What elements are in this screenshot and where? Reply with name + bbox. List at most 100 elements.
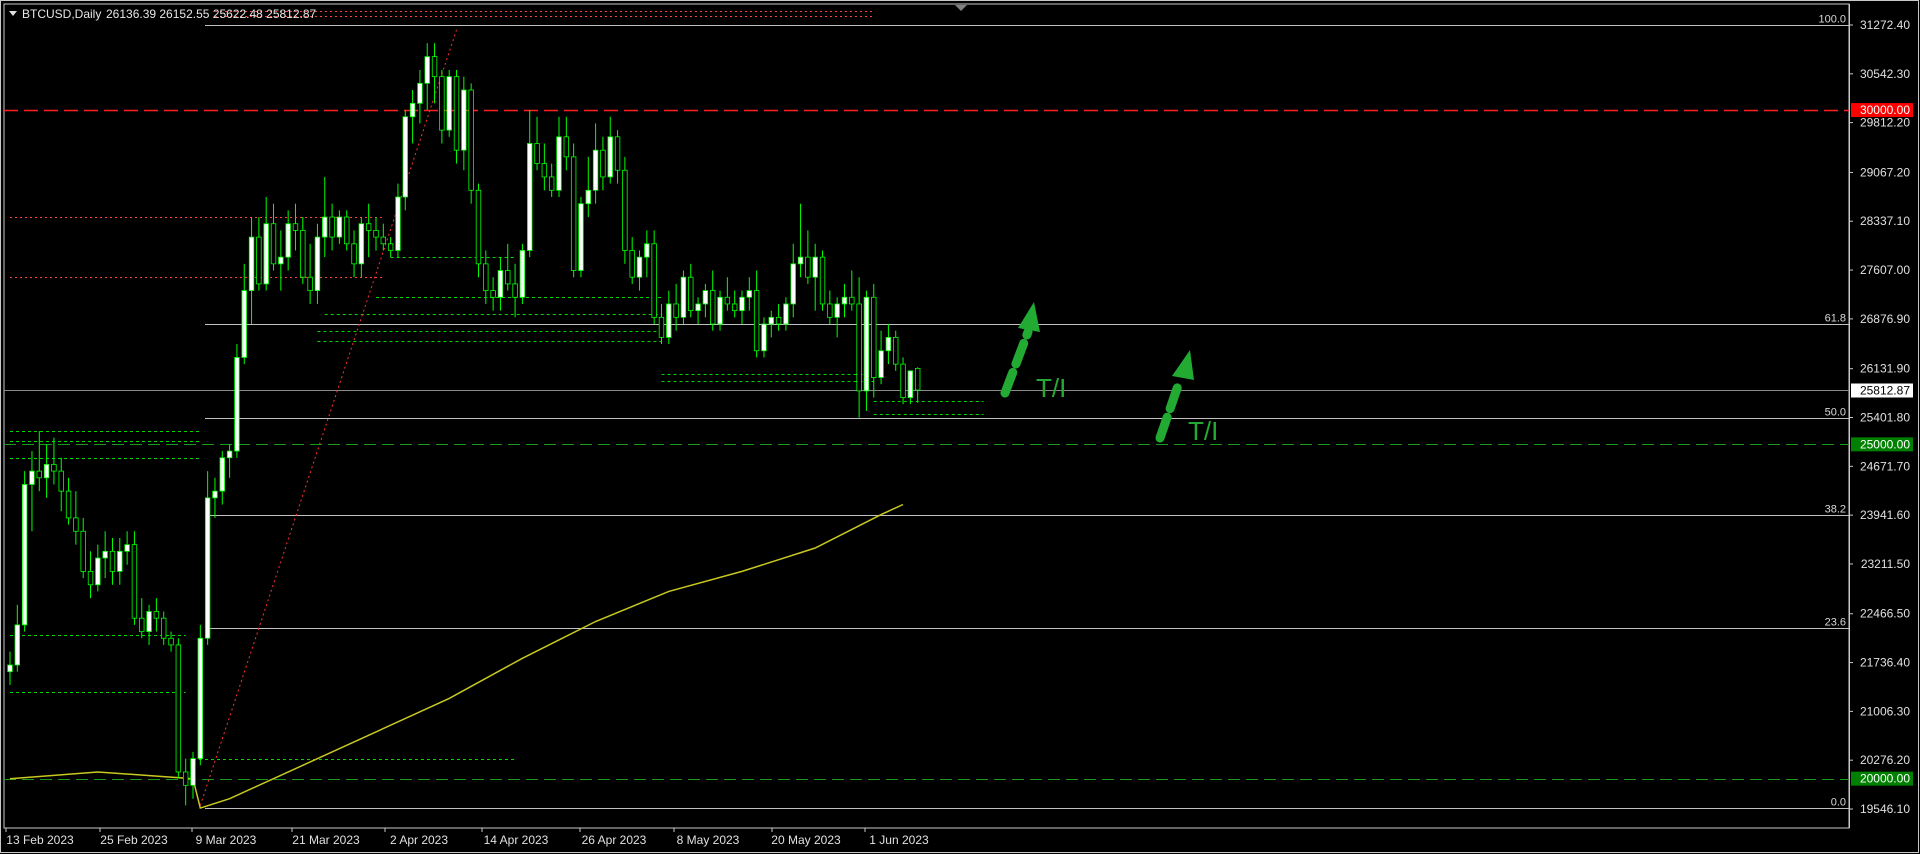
- candle[interactable]: [790, 243, 796, 318]
- candle[interactable]: [783, 297, 789, 331]
- candle[interactable]: [512, 263, 518, 318]
- candle[interactable]: [497, 257, 504, 311]
- candle[interactable]: [600, 136, 606, 191]
- candle[interactable]: [578, 196, 584, 278]
- candle[interactable]: [161, 611, 167, 645]
- candle[interactable]: [73, 491, 79, 545]
- candle[interactable]: [636, 250, 643, 291]
- candle[interactable]: [424, 43, 430, 111]
- candle[interactable]: [241, 263, 247, 365]
- candle[interactable]: [373, 217, 379, 251]
- candle[interactable]: [51, 437, 57, 485]
- candle[interactable]: [651, 230, 657, 325]
- candle[interactable]: [827, 290, 833, 325]
- candle[interactable]: [300, 217, 306, 284]
- candle[interactable]: [175, 638, 182, 779]
- candle[interactable]: [446, 69, 452, 137]
- candle[interactable]: [439, 69, 445, 144]
- candle[interactable]: [541, 143, 548, 191]
- candle[interactable]: [644, 230, 650, 278]
- candle[interactable]: [702, 283, 709, 318]
- candle[interactable]: [863, 290, 870, 411]
- candle[interactable]: [475, 183, 482, 278]
- candle[interactable]: [65, 477, 72, 525]
- candle[interactable]: [775, 303, 782, 331]
- candle[interactable]: [36, 430, 42, 492]
- candle[interactable]: [234, 344, 240, 458]
- candle[interactable]: [109, 537, 116, 585]
- candle[interactable]: [556, 116, 562, 197]
- candle[interactable]: [753, 270, 760, 358]
- candle[interactable]: [365, 203, 372, 258]
- candle[interactable]: [226, 444, 233, 478]
- candle[interactable]: [417, 69, 423, 124]
- candle[interactable]: [658, 303, 665, 345]
- candle[interactable]: [168, 631, 174, 652]
- candle[interactable]: [431, 43, 438, 104]
- candle[interactable]: [117, 537, 123, 585]
- candle[interactable]: [395, 183, 401, 258]
- candle[interactable]: [29, 451, 35, 532]
- candle[interactable]: [146, 604, 152, 645]
- candle[interactable]: [768, 310, 774, 338]
- candle[interactable]: [43, 444, 50, 498]
- candle[interactable]: [900, 357, 906, 405]
- candle[interactable]: [256, 217, 262, 291]
- candle[interactable]: [666, 290, 672, 345]
- candle[interactable]: [212, 477, 218, 518]
- candle[interactable]: [592, 123, 599, 204]
- candle[interactable]: [607, 116, 613, 184]
- candle[interactable]: [914, 367, 921, 403]
- candle[interactable]: [58, 457, 64, 512]
- scroll-marker-icon[interactable]: [955, 5, 967, 11]
- candle[interactable]: [468, 83, 474, 204]
- candle[interactable]: [797, 203, 804, 278]
- candle[interactable]: [505, 243, 511, 291]
- candle[interactable]: [563, 116, 570, 171]
- candle[interactable]: [95, 544, 101, 592]
- candle[interactable]: [131, 531, 138, 625]
- candle[interactable]: [87, 551, 94, 599]
- candle[interactable]: [263, 196, 269, 291]
- candle[interactable]: [351, 230, 357, 278]
- candle[interactable]: [680, 270, 687, 325]
- candle[interactable]: [834, 297, 840, 338]
- candle[interactable]: [731, 290, 738, 318]
- candle[interactable]: [322, 176, 328, 258]
- candle[interactable]: [153, 598, 160, 632]
- candle[interactable]: [805, 230, 811, 284]
- candle[interactable]: [710, 270, 716, 331]
- candle[interactable]: [380, 223, 387, 251]
- candle[interactable]: [124, 531, 130, 565]
- candle[interactable]: [139, 598, 145, 639]
- candle[interactable]: [812, 243, 818, 311]
- candle[interactable]: [358, 217, 365, 278]
- candle[interactable]: [219, 451, 225, 505]
- candle[interactable]: [856, 277, 862, 418]
- candle[interactable]: [409, 90, 416, 144]
- candle[interactable]: [849, 270, 855, 311]
- candle[interactable]: [14, 604, 21, 672]
- candle[interactable]: [885, 324, 892, 365]
- candle[interactable]: [519, 243, 526, 304]
- candle[interactable]: [695, 297, 701, 325]
- candle[interactable]: [490, 277, 496, 311]
- candle[interactable]: [819, 250, 826, 311]
- candle[interactable]: [292, 203, 299, 251]
- candle[interactable]: [761, 317, 767, 358]
- candle[interactable]: [688, 263, 694, 318]
- candle[interactable]: [841, 283, 848, 318]
- candle[interactable]: [548, 163, 555, 197]
- candle[interactable]: [314, 223, 321, 304]
- candle[interactable]: [893, 330, 899, 371]
- candle[interactable]: [878, 330, 884, 385]
- candle[interactable]: [527, 110, 533, 258]
- candle[interactable]: [21, 471, 28, 632]
- candle[interactable]: [622, 156, 628, 264]
- price-chart[interactable]: 100.0 61.8 50.0 38.2 23.6 0.0 31272.40 30542.3…: [0, 0, 1920, 854]
- triangle-down-icon[interactable]: [9, 11, 17, 16]
- candle[interactable]: [307, 243, 313, 304]
- candle[interactable]: [102, 531, 108, 579]
- candle[interactable]: [80, 517, 86, 579]
- candle[interactable]: [248, 217, 255, 325]
